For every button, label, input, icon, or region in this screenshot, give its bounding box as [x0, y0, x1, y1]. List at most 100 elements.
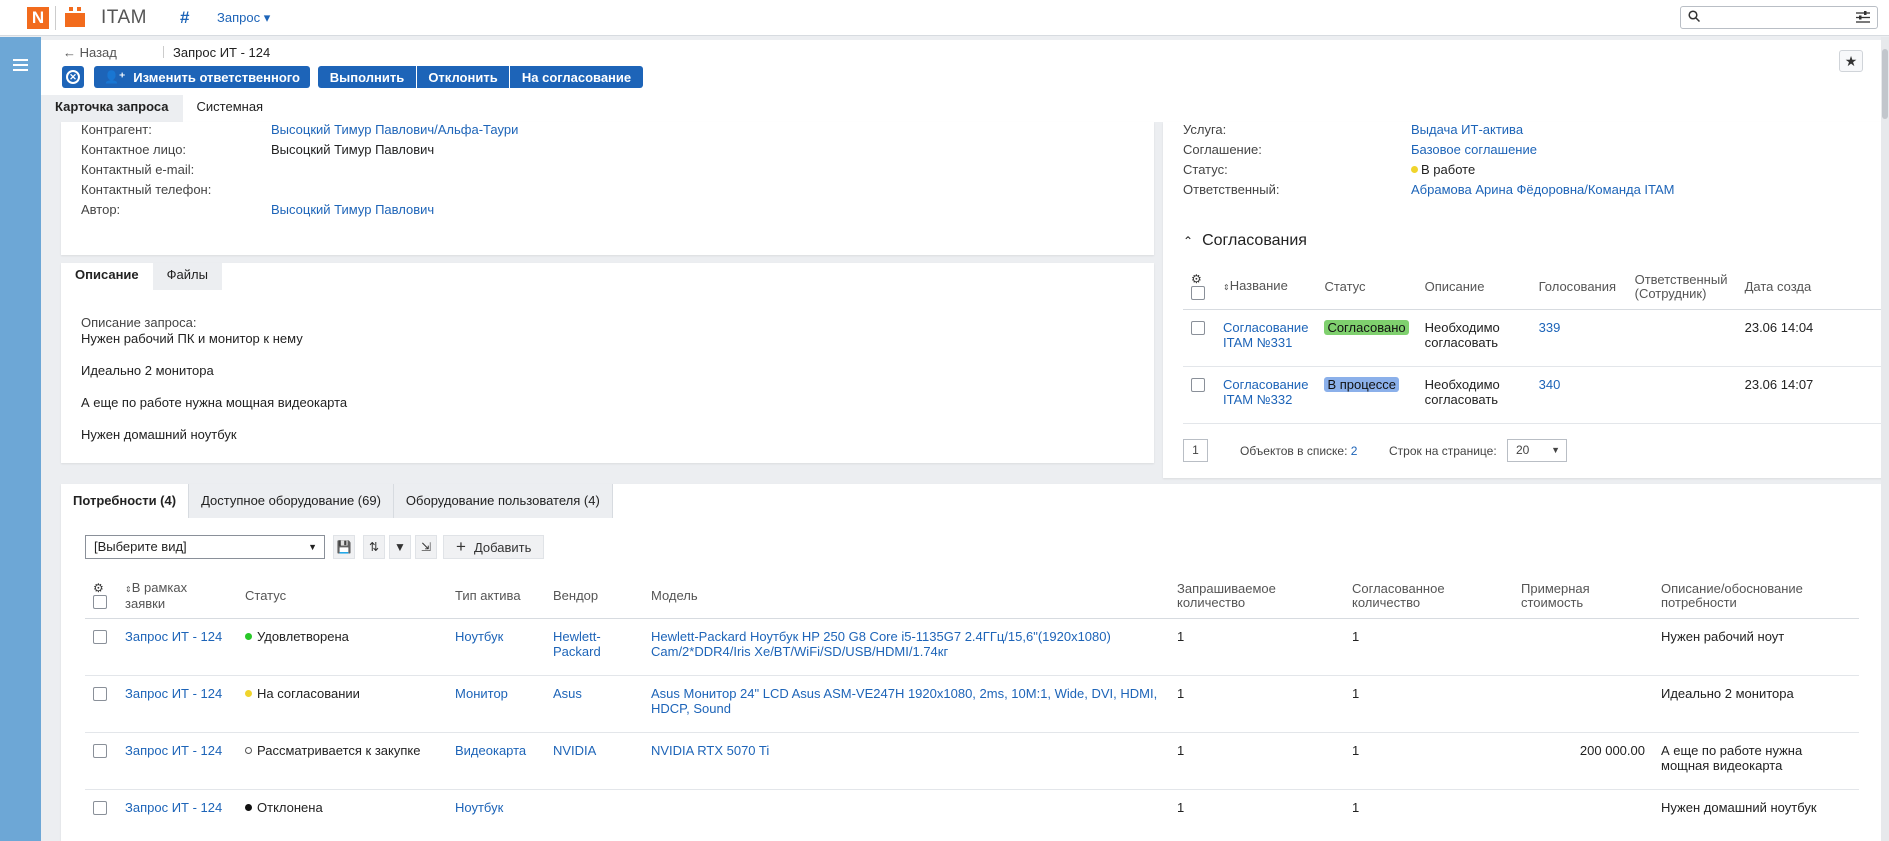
- column-header-vendor[interactable]: Вендор: [545, 574, 643, 619]
- asset-type-link[interactable]: Монитор: [455, 686, 508, 701]
- row-checkbox[interactable]: [93, 801, 107, 816]
- execute-button[interactable]: Выполнить: [318, 66, 417, 88]
- menu-icon[interactable]: [13, 59, 28, 71]
- approval-name-link[interactable]: Согласование ITAM №331: [1223, 320, 1308, 350]
- logo-separator: [55, 6, 56, 30]
- view-select[interactable]: [Выберите вид] ▼: [85, 535, 325, 559]
- app-name[interactable]: ITAM: [101, 7, 147, 29]
- row-checkbox[interactable]: [1191, 321, 1205, 336]
- column-header-name[interactable]: ⇕Название: [1215, 265, 1317, 310]
- global-search-input[interactable]: [1680, 6, 1878, 29]
- column-header-status[interactable]: Статус: [1316, 265, 1417, 310]
- row-checkbox[interactable]: [93, 687, 107, 702]
- export-icon[interactable]: ⇲: [415, 535, 437, 559]
- votes-link[interactable]: 339: [1539, 320, 1561, 335]
- add-button[interactable]: + Добавить: [443, 535, 545, 559]
- vendor-link[interactable]: NVIDIA: [553, 743, 596, 758]
- field-label: Контрагент:: [81, 122, 152, 137]
- column-header-request[interactable]: ⇕В рамках заявки: [117, 574, 237, 619]
- tab-user-equipment[interactable]: Оборудование пользователя (4): [393, 484, 613, 518]
- rows-per-page-select[interactable]: 20 ▼: [1507, 439, 1567, 462]
- author-link[interactable]: Высоцкий Тимур Павлович: [271, 202, 434, 217]
- gear-icon[interactable]: ⚙: [93, 582, 117, 594]
- approved-qty: 1: [1344, 618, 1513, 676]
- table-row[interactable]: Согласование ITAM №332 В процессе Необхо…: [1183, 366, 1883, 424]
- breadcrumb-separator: [163, 46, 164, 58]
- column-header-created[interactable]: Дата созда: [1736, 265, 1883, 310]
- filter-settings-icon[interactable]: [1856, 11, 1870, 24]
- chevron-down-icon: ▼: [308, 542, 317, 552]
- model-link[interactable]: Hewlett-Packard Ноутбук HP 250 G8 Core i…: [651, 629, 1111, 659]
- tab-files[interactable]: Файлы: [152, 263, 222, 290]
- itam-logo-icon[interactable]: [63, 5, 87, 29]
- request-link[interactable]: Запрос ИТ - 124: [125, 686, 222, 701]
- approval-description: Необходимо согласовать: [1416, 309, 1531, 367]
- votes-link[interactable]: 340: [1539, 377, 1561, 392]
- page-number[interactable]: 1: [1183, 439, 1208, 462]
- contact-person-value: Высоцкий Тимур Павлович: [271, 142, 435, 157]
- column-header-justification[interactable]: Описание/обоснование потребности: [1653, 574, 1859, 619]
- counterparty-link[interactable]: Высоцкий Тимур Павлович/Альфа-Таури: [271, 122, 518, 137]
- description-body: Описание запроса: Нужен рабочий ПК и мон…: [81, 315, 347, 459]
- row-checkbox[interactable]: [93, 744, 107, 759]
- column-header-responsible[interactable]: Ответственный (Сотрудник): [1626, 265, 1737, 310]
- change-responsible-button[interactable]: 👤⁺ Изменить ответственного: [94, 66, 310, 88]
- request-link[interactable]: Запрос ИТ - 124: [125, 800, 222, 815]
- agreement-link[interactable]: Базовое соглашение: [1411, 142, 1537, 157]
- filter-icon[interactable]: ▼: [389, 535, 411, 559]
- field-label: Статус:: [1183, 162, 1228, 177]
- model-link[interactable]: NVIDIA RTX 5070 Ti: [651, 743, 769, 758]
- to-approval-button[interactable]: На согласование: [510, 66, 643, 88]
- column-header-votes[interactable]: Голосования: [1530, 265, 1627, 310]
- tab-needs[interactable]: Потребности (4): [61, 484, 190, 518]
- chevron-down-icon: ▼: [1551, 445, 1560, 455]
- service-link[interactable]: Выдача ИТ-актива: [1411, 122, 1523, 137]
- tab-request-card[interactable]: Карточка запроса: [41, 95, 183, 122]
- table-row[interactable]: Запрос ИТ - 124 Отклонена Ноутбук 1 1 Ну…: [85, 789, 1859, 841]
- model-link[interactable]: Asus Монитор 24" LCD Asus ASM-VE247H 192…: [651, 686, 1157, 716]
- asset-type-link[interactable]: Ноутбук: [455, 800, 503, 815]
- table-row[interactable]: Согласование ITAM №331 Согласовано Необх…: [1183, 309, 1883, 367]
- column-header-requested-qty[interactable]: Запрашиваемое количество: [1169, 574, 1344, 619]
- column-header-estimated-cost[interactable]: Примерная стоимость: [1513, 574, 1653, 619]
- logo-n-icon[interactable]: N: [27, 7, 49, 29]
- module-menu[interactable]: Запрос ▾: [217, 10, 270, 26]
- request-link[interactable]: Запрос ИТ - 124: [125, 629, 222, 644]
- approvals-section-header[interactable]: ⌃ Согласования: [1183, 232, 1307, 250]
- needs-tabs: Потребности (4) Доступное оборудование (…: [61, 484, 613, 518]
- sort-icon[interactable]: ⇅: [363, 535, 385, 559]
- column-header-approved-qty[interactable]: Согласованное количество: [1344, 574, 1513, 619]
- vendor-link[interactable]: Hewlett-Packard: [553, 629, 601, 659]
- responsible-link[interactable]: Абрамова Арина Фёдоровна/Команда ITAM: [1411, 182, 1675, 197]
- vendor-link[interactable]: Asus: [553, 686, 582, 701]
- column-header-status[interactable]: Статус: [237, 574, 447, 619]
- hash-icon[interactable]: #: [180, 8, 189, 28]
- favorite-star-icon[interactable]: ★: [1839, 50, 1863, 72]
- approval-name-link[interactable]: Согласование ITAM №332: [1223, 377, 1308, 407]
- select-all-checkbox[interactable]: [1191, 286, 1205, 301]
- select-all-checkbox[interactable]: [93, 595, 107, 610]
- back-link[interactable]: ← Назад: [63, 45, 117, 60]
- reject-button[interactable]: Отклонить: [417, 66, 510, 88]
- row-checkbox[interactable]: [93, 630, 107, 645]
- row-checkbox[interactable]: [1191, 378, 1205, 393]
- asset-type-link[interactable]: Видеокарта: [455, 743, 526, 758]
- close-button[interactable]: ✕: [62, 66, 84, 88]
- description-line: А еще по работе нужна мощная видеокарта: [81, 395, 348, 410]
- gear-icon[interactable]: ⚙: [1191, 273, 1215, 285]
- justification: Идеально 2 монитора: [1653, 675, 1859, 733]
- column-header-description[interactable]: Описание: [1416, 265, 1531, 310]
- request-link[interactable]: Запрос ИТ - 124: [125, 743, 222, 758]
- column-header-asset-type[interactable]: Тип актива: [447, 574, 545, 619]
- save-icon[interactable]: 💾: [333, 535, 355, 559]
- column-header-model[interactable]: Модель: [643, 574, 1169, 619]
- asset-type-link[interactable]: Ноутбук: [455, 629, 503, 644]
- table-row[interactable]: Запрос ИТ - 124 Удовлетворена Ноутбук He…: [85, 618, 1859, 676]
- page-scrollbar[interactable]: [1881, 37, 1889, 841]
- table-row[interactable]: Запрос ИТ - 124 На согласовании Монитор …: [85, 675, 1859, 733]
- tab-description[interactable]: Описание: [61, 263, 153, 290]
- scrollbar-thumb[interactable]: [1882, 49, 1888, 119]
- tab-system[interactable]: Системная: [183, 95, 278, 122]
- table-row[interactable]: Запрос ИТ - 124 Рассматривается к закупк…: [85, 732, 1859, 790]
- tab-available-equipment[interactable]: Доступное оборудование (69): [189, 484, 394, 518]
